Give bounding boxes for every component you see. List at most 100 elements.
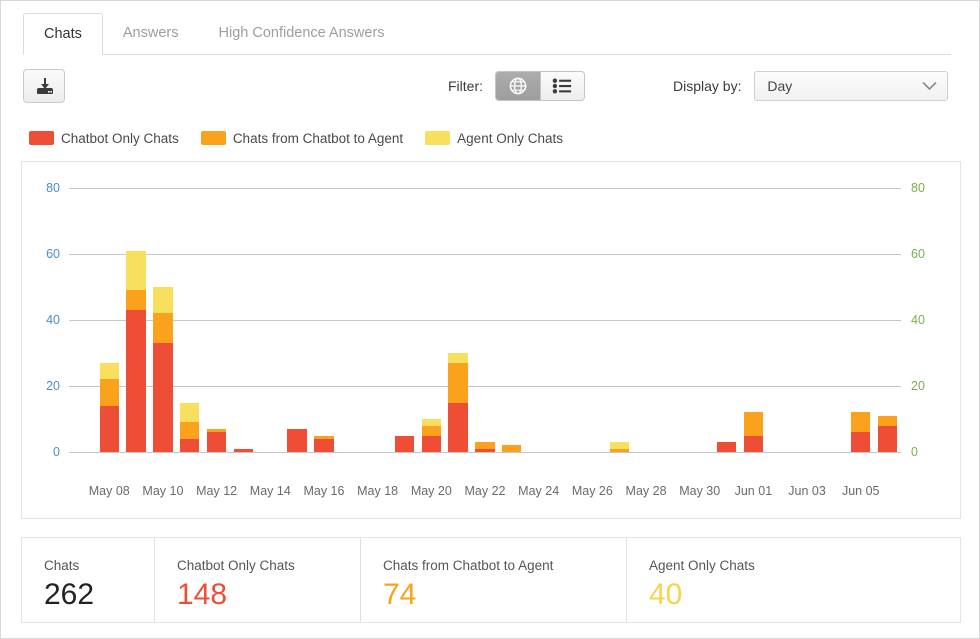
chart-bar-segment xyxy=(421,425,441,436)
chart-bar-segment xyxy=(233,448,254,452)
summary-label: Chats from Chatbot to Agent xyxy=(383,558,554,573)
chart-bar[interactable] xyxy=(877,415,898,452)
x-axis-tick: May 22 xyxy=(464,484,506,498)
y-axis-left-tick: 60 xyxy=(46,246,60,261)
chart-bar[interactable] xyxy=(99,362,119,452)
chart-bar-segment xyxy=(716,442,737,452)
legend-item-chatbot-only-chats[interactable]: Chatbot Only Chats xyxy=(29,130,179,146)
chart-legend: Chatbot Only Chats Chats from Chatbot to… xyxy=(29,129,585,147)
chart-bar-segment xyxy=(153,343,173,452)
filter-list-button[interactable] xyxy=(539,72,584,100)
chart-bar-segment xyxy=(314,435,334,439)
x-axis-tick: Jun 01 xyxy=(734,484,773,498)
summary-label: Agent Only Chats xyxy=(649,558,755,573)
y-axis-left-tick: 80 xyxy=(46,180,60,195)
chart-bar-segment xyxy=(153,313,173,344)
summary-value: 148 xyxy=(177,578,228,611)
tab-bar: Chats Answers High Confidence Answers xyxy=(1,13,979,55)
chart-bar-segment xyxy=(609,448,629,452)
chats-chart-card: 0 0 20 20 40 40 60 60 80 80 May 08 May 10 May 12 May … xyxy=(21,161,961,519)
chart-bar[interactable] xyxy=(421,419,441,452)
chart-gridline xyxy=(69,188,901,189)
tab-high-confidence-answers[interactable]: High Confidence Answers xyxy=(199,13,405,55)
legend-item-agent-only-chats[interactable]: Agent Only Chats xyxy=(425,130,563,146)
x-axis-tick: Jun 05 xyxy=(841,484,880,498)
tab-chats-label: Chats xyxy=(44,26,82,42)
x-axis-tick: May 24 xyxy=(518,484,560,498)
chart-bar-segment xyxy=(126,250,146,291)
display-by-group: Display by: Day xyxy=(673,71,949,101)
chart-bar-segment xyxy=(99,379,119,406)
chart-bar[interactable] xyxy=(180,402,200,452)
chart-bar-segment xyxy=(421,435,441,452)
chart-bar[interactable] xyxy=(502,445,522,452)
summary-bar: Chats 262 Chatbot Only Chats 148 Chats from … xyxy=(21,537,961,623)
summary-cell: Agent Only Chats 40 xyxy=(626,538,962,622)
x-axis-tick: May 14 xyxy=(249,484,291,498)
chart-bar-segment xyxy=(475,442,495,449)
chart-bar[interactable] xyxy=(394,435,415,452)
legend-swatch xyxy=(29,131,54,146)
legend-item-chats-from-chatbot-to-agent[interactable]: Chats from Chatbot to Agent xyxy=(200,130,404,146)
x-axis-tick: Jun 03 xyxy=(788,484,826,498)
chart-bar[interactable] xyxy=(126,250,146,452)
display-by-label: Display by: xyxy=(673,78,742,94)
chart-bar[interactable] xyxy=(314,435,334,452)
legend-label: Chats from Chatbot to Agent xyxy=(232,130,404,146)
y-axis-left-tick: 40 xyxy=(46,312,60,327)
tab-chats[interactable]: Chats xyxy=(23,13,103,55)
chart-bar-segment xyxy=(314,438,334,452)
x-axis-tick: May 28 xyxy=(625,484,667,498)
legend-swatch xyxy=(200,131,226,146)
chart-bar-segment xyxy=(609,442,629,449)
summary-value: 262 xyxy=(44,578,95,611)
chart-bar[interactable] xyxy=(609,442,629,452)
tab-high-confidence-answers-label: High Confidence Answers xyxy=(218,25,385,41)
chart-bar-segment xyxy=(126,290,146,311)
legend-swatch xyxy=(425,131,451,146)
summary-label: Chatbot Only Chats xyxy=(177,558,295,573)
chart-bar-segment xyxy=(877,415,898,426)
chart-bar-segment xyxy=(180,402,200,423)
chart-bar[interactable] xyxy=(716,442,737,452)
chart-bar-segment xyxy=(851,432,871,452)
x-axis-tick: May 12 xyxy=(196,484,238,498)
chart-bar-segment xyxy=(448,362,468,403)
chart-bar-segment xyxy=(448,353,468,363)
download-button[interactable] xyxy=(23,69,65,103)
summary-value: 40 xyxy=(649,578,683,611)
chart-bar-segment xyxy=(851,412,871,433)
chart-bar[interactable] xyxy=(153,287,173,452)
chart-bar-segment xyxy=(206,432,227,452)
chart-bar[interactable] xyxy=(743,412,764,452)
chart-bar[interactable] xyxy=(851,412,871,452)
summary-label: Chats xyxy=(44,558,80,573)
y-axis-right-tick: 20 xyxy=(911,378,925,393)
chart-gridline xyxy=(69,320,901,321)
chart-bar-segment xyxy=(448,402,468,452)
display-by-select[interactable]: Day xyxy=(754,71,949,101)
filter-group: Filter: xyxy=(448,71,585,101)
chart-bar-segment xyxy=(180,438,200,452)
chart-bar-segment xyxy=(421,419,441,426)
y-axis-left-tick: 0 xyxy=(53,444,60,459)
filter-globe-button[interactable] xyxy=(495,72,540,100)
chart-bar-segment xyxy=(743,412,764,436)
tab-answers[interactable]: Answers xyxy=(103,13,199,55)
stacked-bar-chart: 0 0 20 20 40 40 60 60 80 80 May 08 May 10 May 12 May … xyxy=(46,182,925,498)
x-axis-tick: May 20 xyxy=(410,484,452,498)
x-axis-tick: May 16 xyxy=(303,484,345,498)
chart-bar[interactable] xyxy=(233,448,254,452)
x-axis-tick: May 30 xyxy=(679,484,721,498)
chart-bar[interactable] xyxy=(475,442,495,452)
summary-cell: Chats 262 xyxy=(22,538,154,622)
display-by-value: Day xyxy=(767,78,793,94)
legend-label: Agent Only Chats xyxy=(457,130,563,146)
chart-bar-segment xyxy=(394,435,415,452)
chart-bar[interactable] xyxy=(287,428,307,452)
chart-bar[interactable] xyxy=(448,353,468,452)
chart-bar-segment xyxy=(99,362,119,380)
chart-bar[interactable] xyxy=(206,428,227,452)
chart-bar-segment xyxy=(287,428,307,452)
y-axis-right-tick: 60 xyxy=(911,246,925,261)
